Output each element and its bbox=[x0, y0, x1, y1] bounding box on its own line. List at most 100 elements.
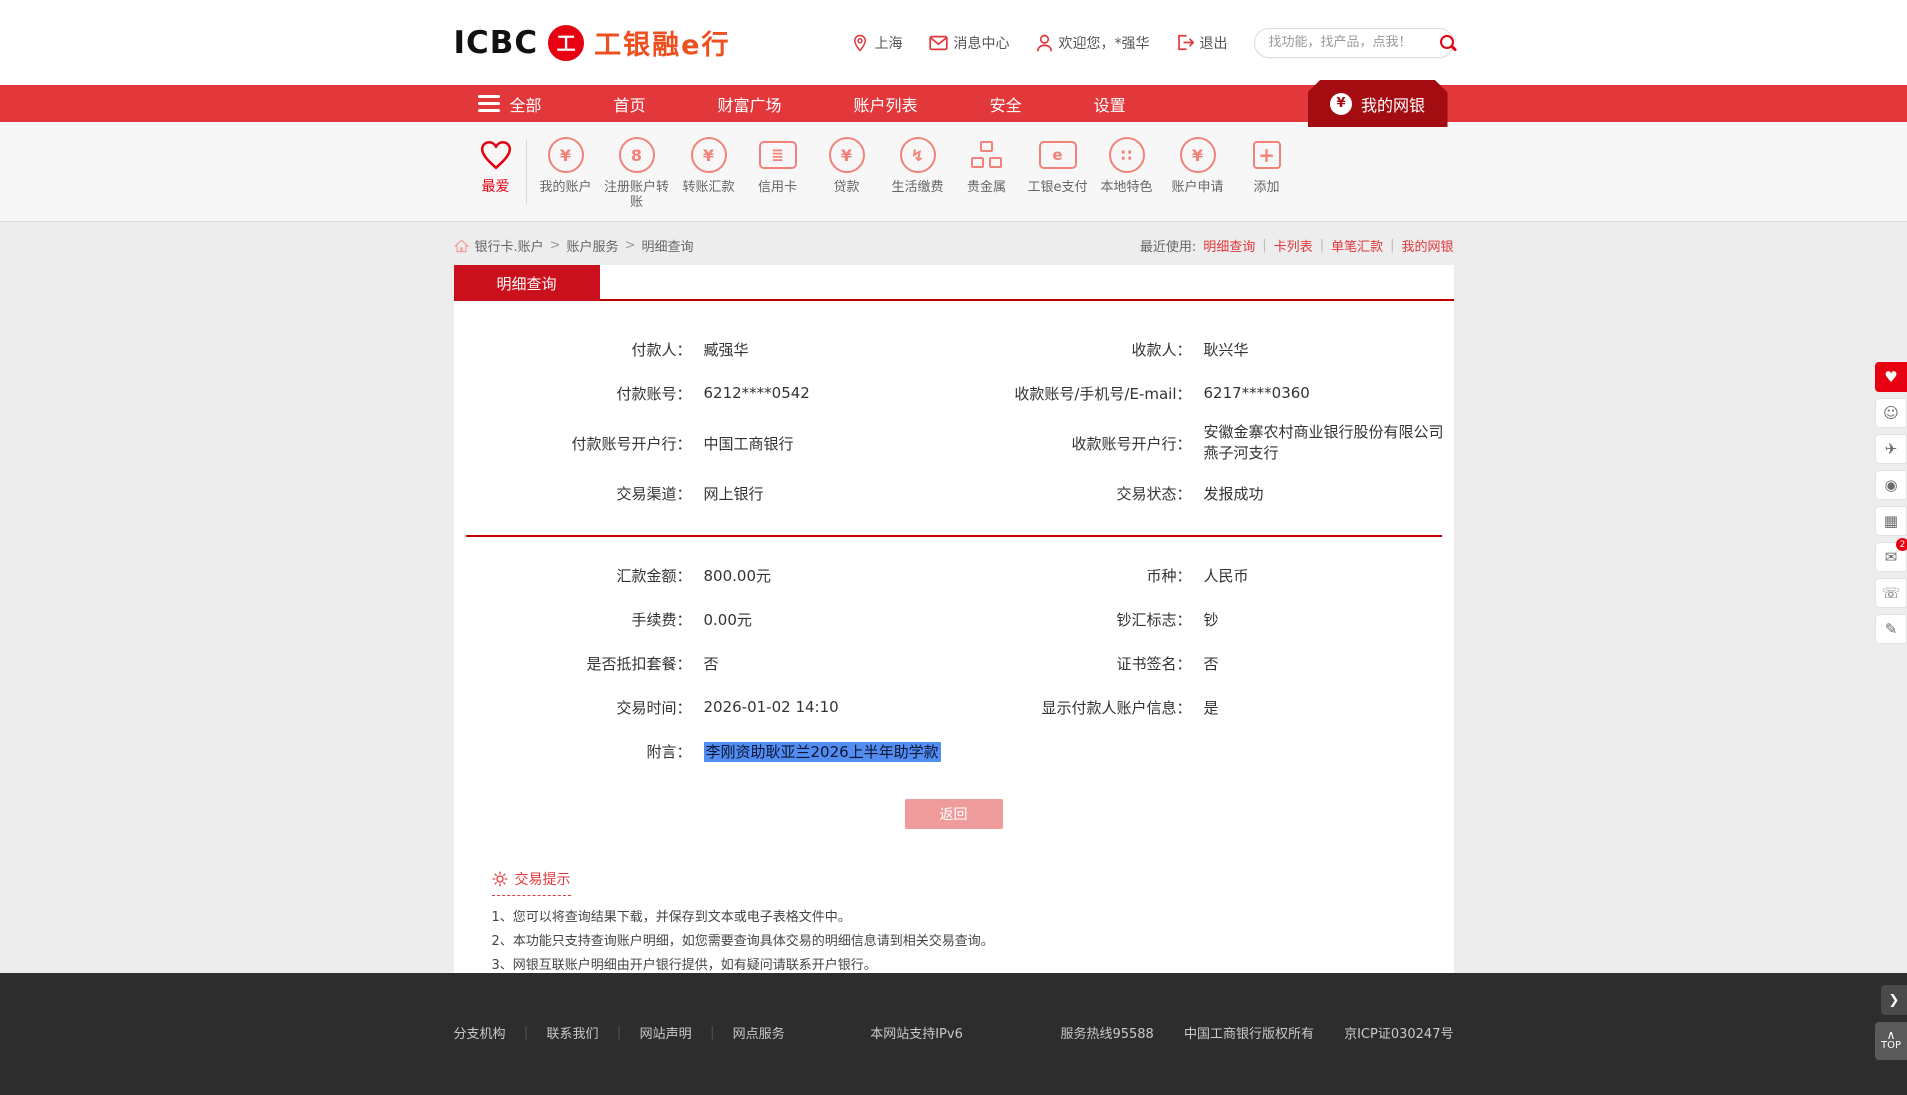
nav-security-label: 安全 bbox=[989, 95, 1022, 115]
send-feedback-icon[interactable]: ✈ bbox=[1875, 434, 1907, 464]
tips-title: 交易提示 bbox=[514, 872, 571, 888]
payee-account-label: 收款账号/手机号/E-mail： bbox=[1014, 384, 1192, 403]
package-deduct-label: 是否抵扣套餐： bbox=[586, 654, 692, 673]
payer-bank-value: 中国工商银行 bbox=[703, 434, 794, 453]
customer-service-icon[interactable]: ☺ bbox=[1875, 398, 1907, 428]
nav-home[interactable]: 首页 bbox=[614, 92, 646, 116]
tab-detail-query[interactable]: 明细查询 bbox=[453, 265, 600, 301]
bill-payment-icon: ↯ bbox=[899, 137, 936, 173]
toolbar-precious-metal[interactable]: 贵金属 bbox=[949, 134, 1025, 195]
status-value: 发报成功 bbox=[1203, 484, 1264, 503]
footer-link-contact[interactable]: 联系我们 bbox=[533, 1023, 613, 1042]
toolbar-credit-card-label: 信用卡 bbox=[757, 180, 797, 195]
transfer-remit-icon: ¥ bbox=[690, 137, 727, 173]
hotline-icon[interactable]: ☏ bbox=[1875, 578, 1907, 608]
toolbar-transfer-remit-label: 转账汇款 bbox=[682, 180, 735, 195]
toolbar-credit-card[interactable]: ≣ 信用卡 bbox=[740, 134, 816, 195]
toolbar-my-account-label: 我的账户 bbox=[539, 180, 592, 195]
toolbar-bill-payment[interactable]: ↯ 生活缴费 bbox=[880, 134, 956, 195]
crumb-separator: > bbox=[624, 238, 636, 253]
crumb-account-service[interactable]: 账户服务 bbox=[567, 236, 619, 255]
toolbar-transfer-remit[interactable]: ¥ 转账汇款 bbox=[671, 134, 747, 195]
package-deduct-value: 否 bbox=[703, 654, 719, 673]
footer-links: 分支机构｜ 联系我们｜ 网站声明｜ 网点服务 bbox=[454, 1023, 799, 1042]
footer-rights: 中国工商银行版权所有 bbox=[1183, 1027, 1314, 1042]
nav-wealth[interactable]: 财富广场 bbox=[718, 92, 782, 116]
toolbar-divider bbox=[525, 140, 527, 204]
calendar-icon[interactable]: ▦ bbox=[1875, 506, 1907, 536]
mail-notifications-icon[interactable]: ✉ 2 bbox=[1875, 538, 1907, 572]
welcome-label: 欢迎您，*强华 bbox=[1058, 35, 1150, 52]
mail-glyph: ✉ bbox=[1884, 548, 1898, 566]
toolbar-loan[interactable]: ¥ 贷款 bbox=[809, 134, 885, 195]
camera-scan-icon[interactable]: ◉ bbox=[1875, 470, 1907, 500]
payer-bank-label: 付款账号开户行： bbox=[571, 434, 692, 453]
footer-link-outlets[interactable]: 网点服务 bbox=[719, 1023, 799, 1042]
toolbar-registered-transfer-label: 注册账户转账 bbox=[603, 180, 669, 210]
add-icon: + bbox=[1252, 141, 1281, 169]
icbc-wordmark: ICBC bbox=[453, 24, 539, 61]
payee-value: 耿兴华 bbox=[1203, 340, 1249, 359]
status-label: 交易状态： bbox=[1116, 484, 1192, 503]
page-footer: 分支机构｜ 联系我们｜ 网站声明｜ 网点服务 本网站支持IPv6 服务热线955… bbox=[0, 973, 1907, 1095]
beauty-promo-icon[interactable]: ♥ bbox=[1875, 362, 1907, 392]
toolbar-epay[interactable]: e 工银e支付 bbox=[1020, 134, 1096, 195]
payee-bank-label: 收款账号开户行： bbox=[1071, 434, 1192, 453]
nav-accounts-label: 账户列表 bbox=[853, 95, 918, 115]
toolbar-local-features[interactable]: ∷ 本地特色 bbox=[1089, 134, 1165, 195]
back-button[interactable]: 返回 bbox=[904, 799, 1003, 829]
field-row-amount-currency: 汇款金额： 800.00元 币种： 人民币 bbox=[454, 553, 1454, 597]
back-to-top-button[interactable]: ∧ TOP bbox=[1875, 1022, 1907, 1060]
footer-ipv6: 本网站支持IPv6 bbox=[870, 1027, 963, 1042]
breadcrumb-row: 银行卡.账户 > 账户服务 > 明细查询 最近使用: 明细查询 | 卡列表 | … bbox=[0, 236, 1907, 255]
memo-value-highlighted[interactable]: 李刚资助耿亚兰2026上半年助学款 bbox=[703, 741, 941, 762]
toolbar-my-account[interactable]: ¥ 我的账户 bbox=[528, 134, 604, 195]
notes-icon[interactable]: ✎ bbox=[1875, 614, 1907, 644]
logout-button[interactable]: 退出 bbox=[1176, 33, 1228, 53]
nav-accounts[interactable]: 账户列表 bbox=[854, 92, 918, 116]
search-icon[interactable] bbox=[1439, 34, 1457, 52]
fee-value: 0.00元 bbox=[703, 610, 752, 629]
brand-cn-name: 工银融e行 bbox=[594, 30, 731, 61]
toolbar-account-apply[interactable]: ¥ 账户申请 bbox=[1160, 134, 1236, 195]
credit-card-icon: ≣ bbox=[758, 141, 797, 169]
recently-used-label: 最近使用: bbox=[1139, 240, 1197, 255]
recent-link-card-list[interactable]: 卡列表 bbox=[1274, 236, 1313, 255]
cert-sign-label: 证书签名： bbox=[1116, 654, 1192, 673]
my-ebank-ribbon[interactable]: ¥ 我的网银 bbox=[1307, 80, 1448, 127]
txn-time-label: 交易时间： bbox=[616, 698, 692, 717]
field-row-payer-payee: 付款人： 臧强华 收款人： 耿兴华 bbox=[454, 327, 1454, 371]
location-selector[interactable]: 上海 bbox=[851, 33, 903, 53]
message-center-link[interactable]: 消息中心 bbox=[928, 33, 1010, 53]
footer-link-statement[interactable]: 网站声明 bbox=[626, 1023, 706, 1042]
nav-security[interactable]: 安全 bbox=[990, 92, 1022, 116]
search-input[interactable] bbox=[1268, 35, 1439, 50]
recent-link-detail-query[interactable]: 明细查询 bbox=[1203, 236, 1255, 255]
recent-separator: | bbox=[1390, 238, 1395, 253]
payee-label: 收款人： bbox=[1131, 340, 1192, 359]
toolbar-loan-label: 贷款 bbox=[833, 180, 860, 195]
fee-label: 手续费： bbox=[631, 610, 692, 629]
payer-label: 付款人： bbox=[631, 340, 692, 359]
toolbar-add[interactable]: + 添加 bbox=[1229, 134, 1305, 195]
site-search[interactable] bbox=[1253, 27, 1457, 58]
footer-separator: ｜ bbox=[612, 1027, 626, 1042]
recent-link-my-ebank[interactable]: 我的网银 bbox=[1401, 236, 1453, 255]
field-row-memo: 附言： 李刚资助耿亚兰2026上半年助学款 bbox=[454, 729, 1454, 773]
payee-bank-line2: 燕子河支行 bbox=[1203, 444, 1279, 462]
welcome-user[interactable]: 欢迎您，*强华 bbox=[1036, 33, 1150, 53]
field-row-fee-cashflag: 手续费： 0.00元 钞汇标志： 钞 bbox=[454, 597, 1454, 641]
toolbar-precious-metal-label: 贵金属 bbox=[966, 180, 1006, 195]
home-icon[interactable] bbox=[453, 239, 469, 253]
toolbar-favorites[interactable]: 最爱 bbox=[458, 134, 534, 195]
top-header: ICBC 工 工银融e行 上海 消息中心 欢迎您，*强华 退出 bbox=[0, 0, 1907, 85]
crumb-bank-card-account[interactable]: 银行卡.账户 bbox=[475, 236, 544, 255]
sidebar-collapse-button[interactable]: ❯ bbox=[1881, 985, 1907, 1015]
show-payer-info-label: 显示付款人账户信息： bbox=[1041, 698, 1192, 717]
nav-all-menu[interactable]: 全部 bbox=[477, 92, 542, 116]
footer-link-branches[interactable]: 分支机构 bbox=[454, 1023, 520, 1042]
quick-access-toolbar: 最爱 ¥ 我的账户 8 注册账户转账 ¥ 转账汇款 ≣ 信用卡 ¥ 贷款 ↯ 生… bbox=[0, 122, 1907, 222]
recent-link-single-remit[interactable]: 单笔汇款 bbox=[1331, 236, 1383, 255]
nav-settings[interactable]: 设置 bbox=[1094, 92, 1126, 116]
toolbar-registered-transfer[interactable]: 8 注册账户转账 bbox=[599, 134, 675, 210]
